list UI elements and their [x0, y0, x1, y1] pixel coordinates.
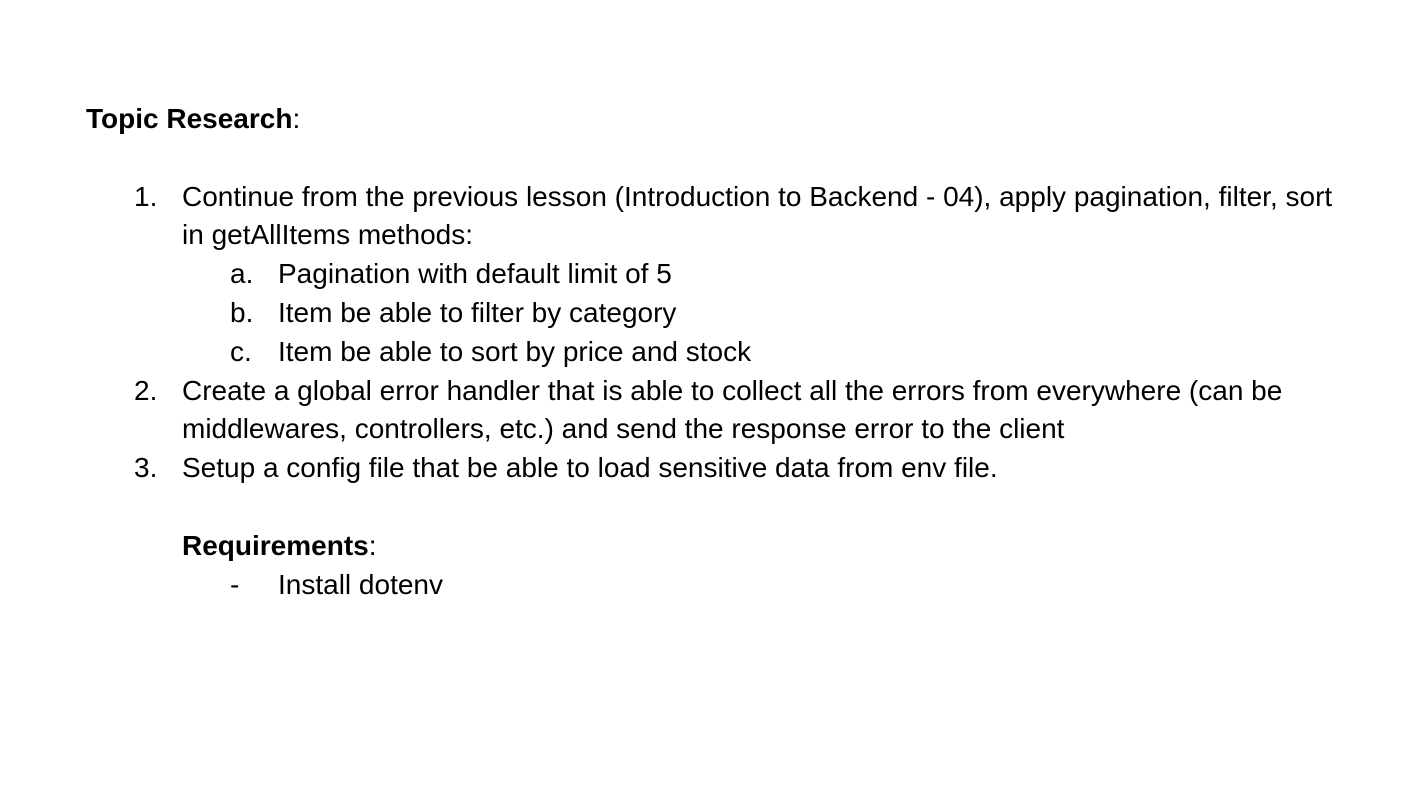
list-marker-2: 2. [134, 374, 158, 406]
list-marker-1: 1. [134, 180, 158, 212]
requirement-item-text: Install dotenv [278, 568, 443, 600]
list-item-3-text: Setup a config file that be able to load… [182, 452, 998, 484]
topic-research-title: Topic Research [86, 103, 293, 134]
document-page: Topic Research: 1. Continue from the pre… [0, 0, 1406, 806]
list-marker-b: b. [230, 296, 254, 328]
list-item-2-text: Create a global error handler that is ab… [182, 374, 1283, 445]
list-marker-3: 3. [134, 452, 158, 484]
list-item-1: 1. Continue from the previous lesson (In… [86, 178, 1356, 256]
requirement-item: - Install dotenv [86, 566, 1356, 605]
topic-research-colon: : [292, 103, 301, 134]
list-item-3: 3. Setup a config file that be able to l… [86, 449, 1356, 488]
list-subitem-a: a. Pagination with default limit of 5 [86, 255, 1356, 294]
list-subitem-b-text: Item be able to filter by category [278, 296, 677, 328]
list-subitem-a-text: Pagination with default limit of 5 [278, 258, 672, 290]
document-body: Topic Research: 1. Continue from the pre… [86, 100, 1356, 604]
list-subitem-c-text: Item be able to sort by price and stock [278, 335, 752, 367]
list-item-2: 2. Create a global error handler that is… [86, 372, 1356, 450]
requirements-heading: Requirements: [86, 527, 1356, 566]
list-item-1-text: Continue from the previous lesson (Intro… [182, 180, 1333, 251]
list-marker-c: c. [230, 335, 252, 367]
requirements-colon: : [368, 529, 377, 561]
requirement-bullet: - [230, 568, 240, 600]
list-subitem-b: b. Item be able to filter by category [86, 294, 1356, 333]
requirements-title: Requirements [182, 529, 369, 561]
topic-research-heading: Topic Research: [86, 100, 1356, 139]
list-subitem-c: c. Item be able to sort by price and sto… [86, 333, 1356, 372]
list-marker-a: a. [230, 258, 254, 290]
